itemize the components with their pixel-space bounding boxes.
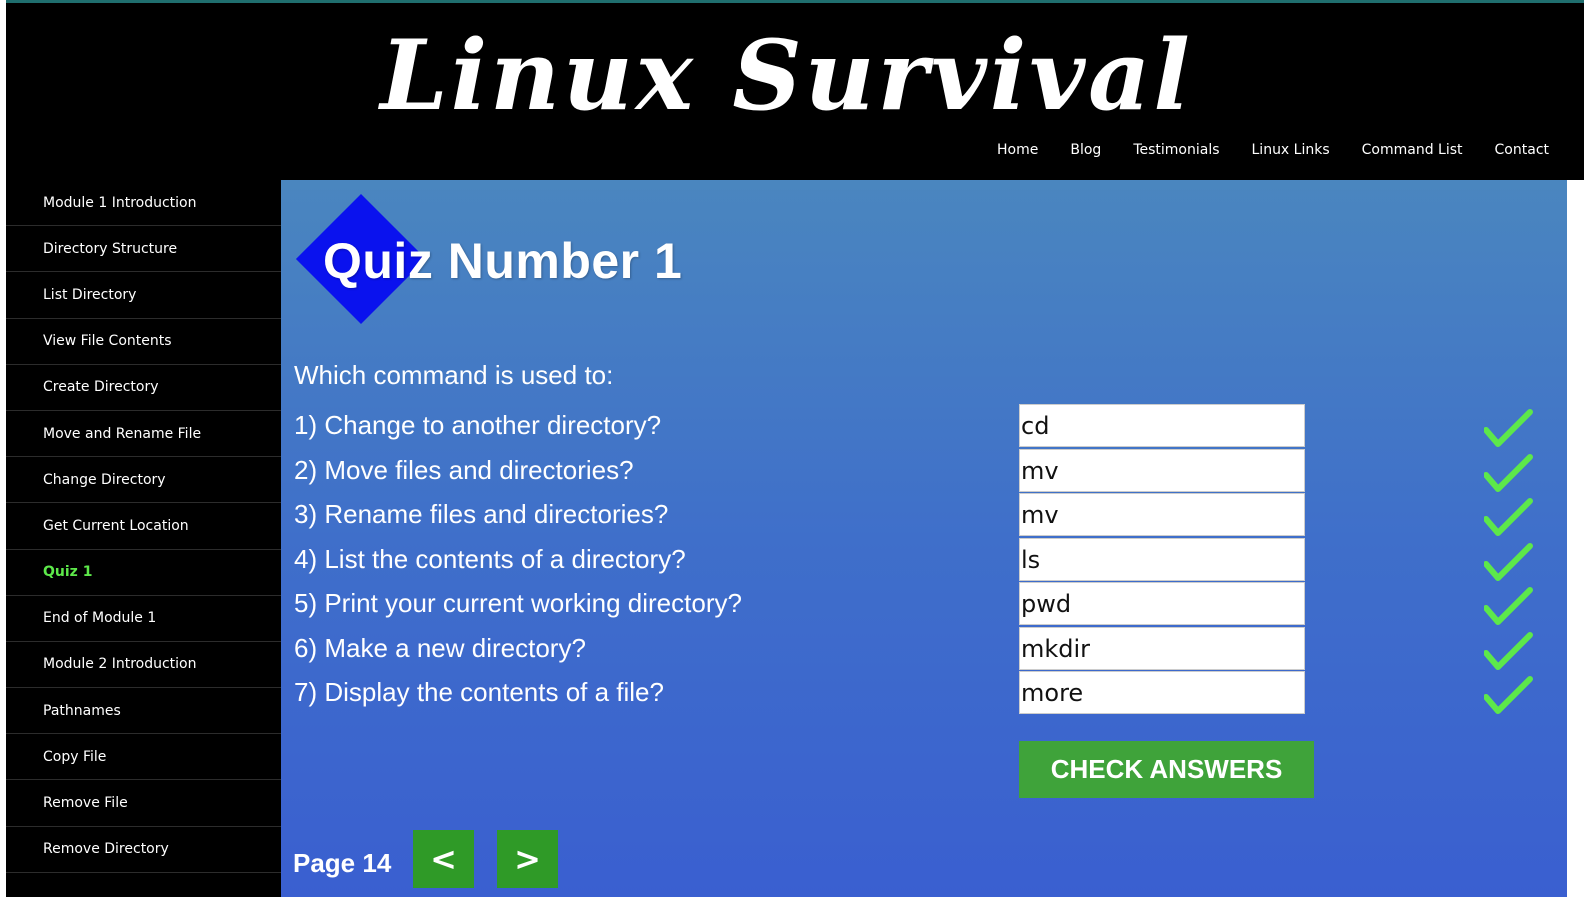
answer-input[interactable] (1019, 627, 1305, 670)
question-row: 4) List the contents of a directory? (294, 538, 1544, 582)
checkmark-icon (1484, 409, 1533, 447)
question-text: 4) List the contents of a directory? (294, 544, 686, 574)
sidebar-item-move-and-rename-file[interactable]: Move and Rename File (6, 411, 281, 458)
answer-input[interactable] (1019, 449, 1305, 492)
sidebar-item-module-1-introduction[interactable]: Module 1 Introduction (6, 180, 281, 227)
nav-blog-link[interactable]: Blog (1070, 142, 1101, 158)
question-row: 5) Print your current working directory? (294, 582, 1544, 626)
site-header: Linux Survival Home Blog Testimonials Li… (6, 3, 1567, 180)
sidebar-item-remove-file[interactable]: Remove File (6, 780, 281, 827)
question-text: 1) Change to another directory? (294, 410, 662, 440)
nav-contact-link[interactable]: Contact (1495, 142, 1549, 158)
question-text: 3) Rename files and directories? (294, 499, 669, 529)
nav-home-link[interactable]: Home (997, 142, 1038, 158)
sidebar-item-copy-file[interactable]: Copy File (6, 734, 281, 781)
sidebar-item-quiz-1[interactable]: Quiz 1 (6, 550, 281, 596)
sidebar-item-get-current-location[interactable]: Get Current Location (6, 503, 281, 550)
site-title: Linux Survival (380, 19, 1193, 132)
answer-input[interactable] (1019, 582, 1305, 625)
checkmark-icon (1484, 587, 1533, 625)
question-row: 2) Move files and directories? (294, 449, 1544, 493)
question-text: 7) Display the contents of a file? (294, 677, 664, 707)
sidebar-item-remove-directory[interactable]: Remove Directory (6, 827, 281, 873)
question-row: 3) Rename files and directories? (294, 493, 1544, 537)
question-row: 6) Make a new directory? (294, 627, 1544, 671)
right-edge-strip (1567, 180, 1584, 897)
checkmark-icon (1484, 543, 1533, 581)
previous-page-button[interactable]: < (413, 830, 474, 888)
checkmark-icon (1484, 632, 1533, 670)
checkmark-icon (1484, 454, 1533, 492)
sidebar-item-list-directory[interactable]: List Directory (6, 272, 281, 319)
next-page-button[interactable]: > (497, 830, 558, 888)
question-text: 2) Move files and directories? (294, 455, 634, 485)
sidebar-item-view-file-contents[interactable]: View File Contents (6, 319, 281, 365)
top-navigation: Home Blog Testimonials Linux Links Comma… (997, 142, 1549, 158)
nav-linux-links-link[interactable]: Linux Links (1252, 142, 1330, 158)
quiz-intro: Which command is used to: (294, 360, 614, 390)
sidebar-item-change-directory[interactable]: Change Directory (6, 457, 281, 504)
checkmark-icon (1484, 676, 1533, 714)
answer-input[interactable] (1019, 538, 1305, 581)
sidebar: Module 1 Introduction Directory Structur… (6, 180, 281, 897)
question-row: 1) Change to another directory? (294, 404, 1544, 448)
answer-input[interactable] (1019, 404, 1305, 447)
sidebar-item-pathnames[interactable]: Pathnames (6, 688, 281, 735)
nav-command-list-link[interactable]: Command List (1362, 142, 1463, 158)
quiz-content: Quiz Number 1 Which command is used to: … (281, 180, 1567, 897)
sidebar-item-end-of-module-1[interactable]: End of Module 1 (6, 596, 281, 642)
question-row: 7) Display the contents of a file? (294, 671, 1544, 715)
question-text: 5) Print your current working directory? (294, 588, 742, 618)
check-answers-button[interactable]: CHECK ANSWERS (1019, 741, 1314, 798)
quiz-title: Quiz Number 1 (323, 233, 683, 289)
answer-input[interactable] (1019, 671, 1305, 714)
page-number-label: Page 14 (293, 848, 392, 878)
sidebar-item-create-directory[interactable]: Create Directory (6, 365, 281, 411)
checkmark-icon (1484, 498, 1533, 536)
answer-input[interactable] (1019, 493, 1305, 536)
sidebar-item-directory-structure[interactable]: Directory Structure (6, 226, 281, 273)
nav-testimonials-link[interactable]: Testimonials (1133, 142, 1219, 158)
sidebar-item-module-2-introduction[interactable]: Module 2 Introduction (6, 642, 281, 689)
question-text: 6) Make a new directory? (294, 633, 586, 663)
